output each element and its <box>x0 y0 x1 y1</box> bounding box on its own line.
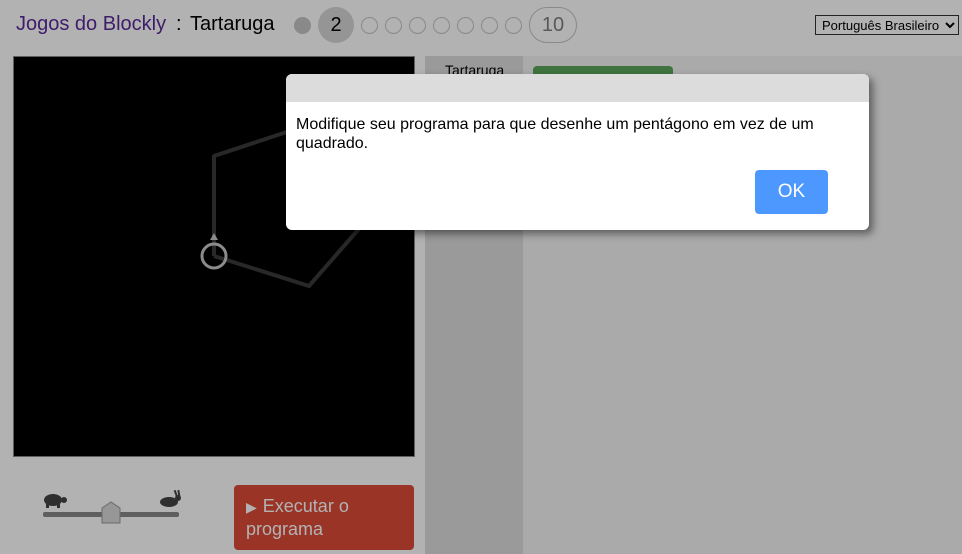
ok-button[interactable]: OK <box>755 170 828 214</box>
dialog-message: Modifique seu programa para que desenhe … <box>296 116 814 152</box>
instruction-dialog: Modifique seu programa para que desenhe … <box>286 74 869 230</box>
dialog-titlebar <box>286 74 869 102</box>
